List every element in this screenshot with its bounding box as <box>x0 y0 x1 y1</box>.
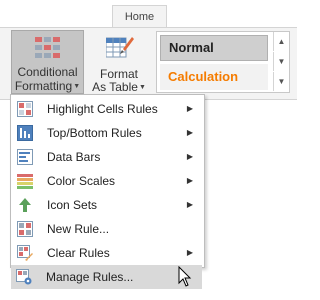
cell-styles-gallery: Normal Calculation ▲ ▼ ▼ <box>156 31 290 93</box>
menu-item-clear-rules[interactable]: Clear Rules ▶ <box>12 241 203 265</box>
format-as-table-icon <box>106 37 134 58</box>
format-as-table-label-2: As Table <box>92 80 138 94</box>
menu-item-label: Icon Sets <box>47 198 98 212</box>
chevron-right-icon: ▶ <box>186 152 193 161</box>
menu-item-label: Top/Bottom Rules <box>47 126 142 140</box>
menu-item-label: Data Bars <box>47 150 101 164</box>
conditional-formatting-menu: Highlight Cells Rules ▶ Top/Bottom Rules… <box>10 94 205 268</box>
mouse-cursor-icon <box>178 266 192 287</box>
gallery-expand-icon[interactable]: ▼ <box>273 72 289 91</box>
format-as-table-button[interactable]: Format As Table▼ <box>89 30 149 94</box>
style-normal[interactable]: Normal <box>160 35 268 61</box>
chevron-right-icon: ▶ <box>186 104 193 113</box>
clear-rules-icon <box>17 245 33 261</box>
menu-item-label: Color Scales <box>47 174 116 188</box>
highlight-cells-icon <box>17 101 33 117</box>
menu-item-label: Highlight Cells Rules <box>47 102 158 116</box>
menu-item-new-rule[interactable]: New Rule... <box>12 217 203 241</box>
menu-item-label: New Rule... <box>47 222 110 236</box>
menu-item-label: Manage Rules... <box>46 270 134 284</box>
conditional-formatting-icon <box>35 37 60 58</box>
menu-item-manage-rules[interactable]: Manage Rules... <box>11 265 202 289</box>
manage-rules-icon <box>16 269 32 285</box>
icon-sets-icon <box>19 198 31 212</box>
gallery-scroll-down-icon[interactable]: ▼ <box>273 52 289 71</box>
ribbon-tab-strip: Home <box>0 0 297 28</box>
chevron-right-icon: ▶ <box>186 248 193 257</box>
conditional-formatting-label-2-wrap: Formatting▼ <box>12 80 83 93</box>
tab-home[interactable]: Home <box>112 5 167 28</box>
menu-item-data-bars[interactable]: Data Bars ▶ <box>12 145 203 169</box>
chevron-right-icon: ▶ <box>186 176 193 185</box>
format-as-table-label-2-wrap: As Table▼ <box>89 81 149 94</box>
chevron-right-icon: ▶ <box>186 128 193 137</box>
menu-item-highlight-cells-rules[interactable]: Highlight Cells Rules ▶ <box>12 97 203 121</box>
chevron-right-icon: ▶ <box>186 200 193 209</box>
chevron-down-icon: ▼ <box>138 84 146 91</box>
gallery-scroll-up-icon[interactable]: ▲ <box>273 32 289 51</box>
color-scales-icon <box>17 174 33 189</box>
top-bottom-icon <box>17 125 33 141</box>
conditional-formatting-button[interactable]: Conditional Formatting▼ <box>11 30 84 94</box>
conditional-formatting-label-2: Formatting <box>14 79 73 93</box>
new-rule-icon <box>17 221 33 237</box>
menu-item-top-bottom-rules[interactable]: Top/Bottom Rules ▶ <box>12 121 203 145</box>
menu-item-icon-sets[interactable]: Icon Sets ▶ <box>12 193 203 217</box>
conditional-formatting-label-1: Conditional <box>17 65 78 79</box>
menu-item-label: Clear Rules <box>47 246 110 260</box>
data-bars-icon <box>17 149 33 165</box>
style-calculation[interactable]: Calculation <box>160 64 268 90</box>
menu-item-color-scales[interactable]: Color Scales ▶ <box>12 169 203 193</box>
chevron-down-icon: ▼ <box>73 83 81 90</box>
